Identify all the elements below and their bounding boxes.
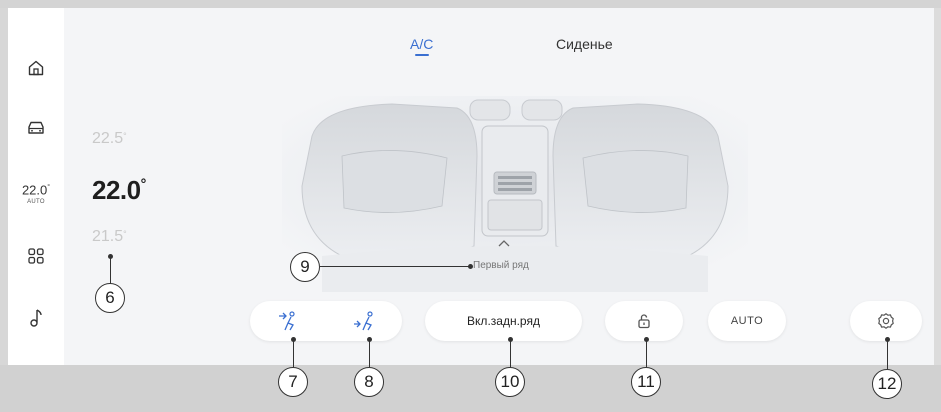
- airflow-mode-group: [250, 301, 402, 341]
- callout-7-leader: [293, 339, 294, 367]
- airflow-feet-button[interactable]: [326, 301, 402, 341]
- sidebar-item-home[interactable]: [8, 56, 64, 80]
- sidebar-temp-mode: AUTO: [27, 199, 45, 206]
- callout-7: 7: [278, 367, 308, 397]
- callout-6: 6: [95, 283, 125, 313]
- callout-11-dot: [644, 337, 649, 342]
- bottom-frame: [0, 365, 941, 412]
- callout-8-leader: [369, 339, 370, 367]
- callout-9: 9: [290, 252, 320, 282]
- callout-7-dot: [291, 337, 296, 342]
- settings-button[interactable]: [850, 301, 922, 341]
- auto-button[interactable]: AUTO: [708, 301, 786, 341]
- sidebar-item-music[interactable]: [8, 306, 64, 330]
- sidebar-item-temperature[interactable]: 22.0° AUTO: [8, 178, 64, 208]
- callout-6-dot: [108, 254, 113, 259]
- callout-11: 11: [631, 367, 661, 397]
- app-root: 22.0° AUTO A/C Сиденье 22.5° 22.0° 21.5°: [0, 0, 941, 412]
- gear-icon: [878, 313, 894, 329]
- sidebar-item-car[interactable]: [8, 116, 64, 140]
- top-frame: [0, 0, 941, 8]
- sidebar-temp-value: 22.0°: [21, 182, 51, 198]
- unlock-icon: [638, 314, 650, 329]
- tab-seat[interactable]: Сиденье: [556, 36, 613, 52]
- callout-8: 8: [354, 367, 384, 397]
- callout-10-leader: [510, 339, 511, 367]
- home-icon: [28, 60, 44, 76]
- callout-12-leader: [887, 339, 888, 369]
- temperature-upper-option[interactable]: 22.5°: [92, 130, 127, 148]
- tab-ac[interactable]: A/C: [410, 36, 433, 52]
- airflow-feet-icon: [354, 311, 373, 331]
- right-frame: [934, 8, 941, 365]
- callout-10-dot: [508, 337, 513, 342]
- temperature-current[interactable]: 22.0°: [92, 175, 146, 206]
- car-icon: [28, 121, 44, 134]
- front-row-label[interactable]: Первый ряд: [473, 260, 529, 271]
- tab-ac-indicator: [415, 54, 429, 56]
- callout-10: 10: [495, 367, 525, 397]
- music-note-icon: [30, 309, 42, 327]
- callout-6-leader: [110, 256, 111, 284]
- rear-row-enable-button[interactable]: Вкл.задн.ряд: [425, 301, 582, 341]
- temperature-lower-option[interactable]: 21.5°: [92, 228, 127, 246]
- callout-8-dot: [367, 337, 372, 342]
- callout-12-dot: [885, 337, 890, 342]
- airflow-upper-body-icon: [279, 311, 295, 331]
- lock-button[interactable]: [605, 301, 683, 341]
- callout-9-leader: [320, 266, 470, 267]
- apps-grid-icon: [28, 248, 44, 264]
- chevron-up-icon[interactable]: [497, 238, 511, 248]
- sidebar-item-apps[interactable]: [8, 244, 64, 268]
- airflow-upper-button[interactable]: [250, 301, 326, 341]
- callout-11-leader: [646, 339, 647, 367]
- callout-12: 12: [872, 369, 902, 399]
- callout-9-dot: [468, 264, 473, 269]
